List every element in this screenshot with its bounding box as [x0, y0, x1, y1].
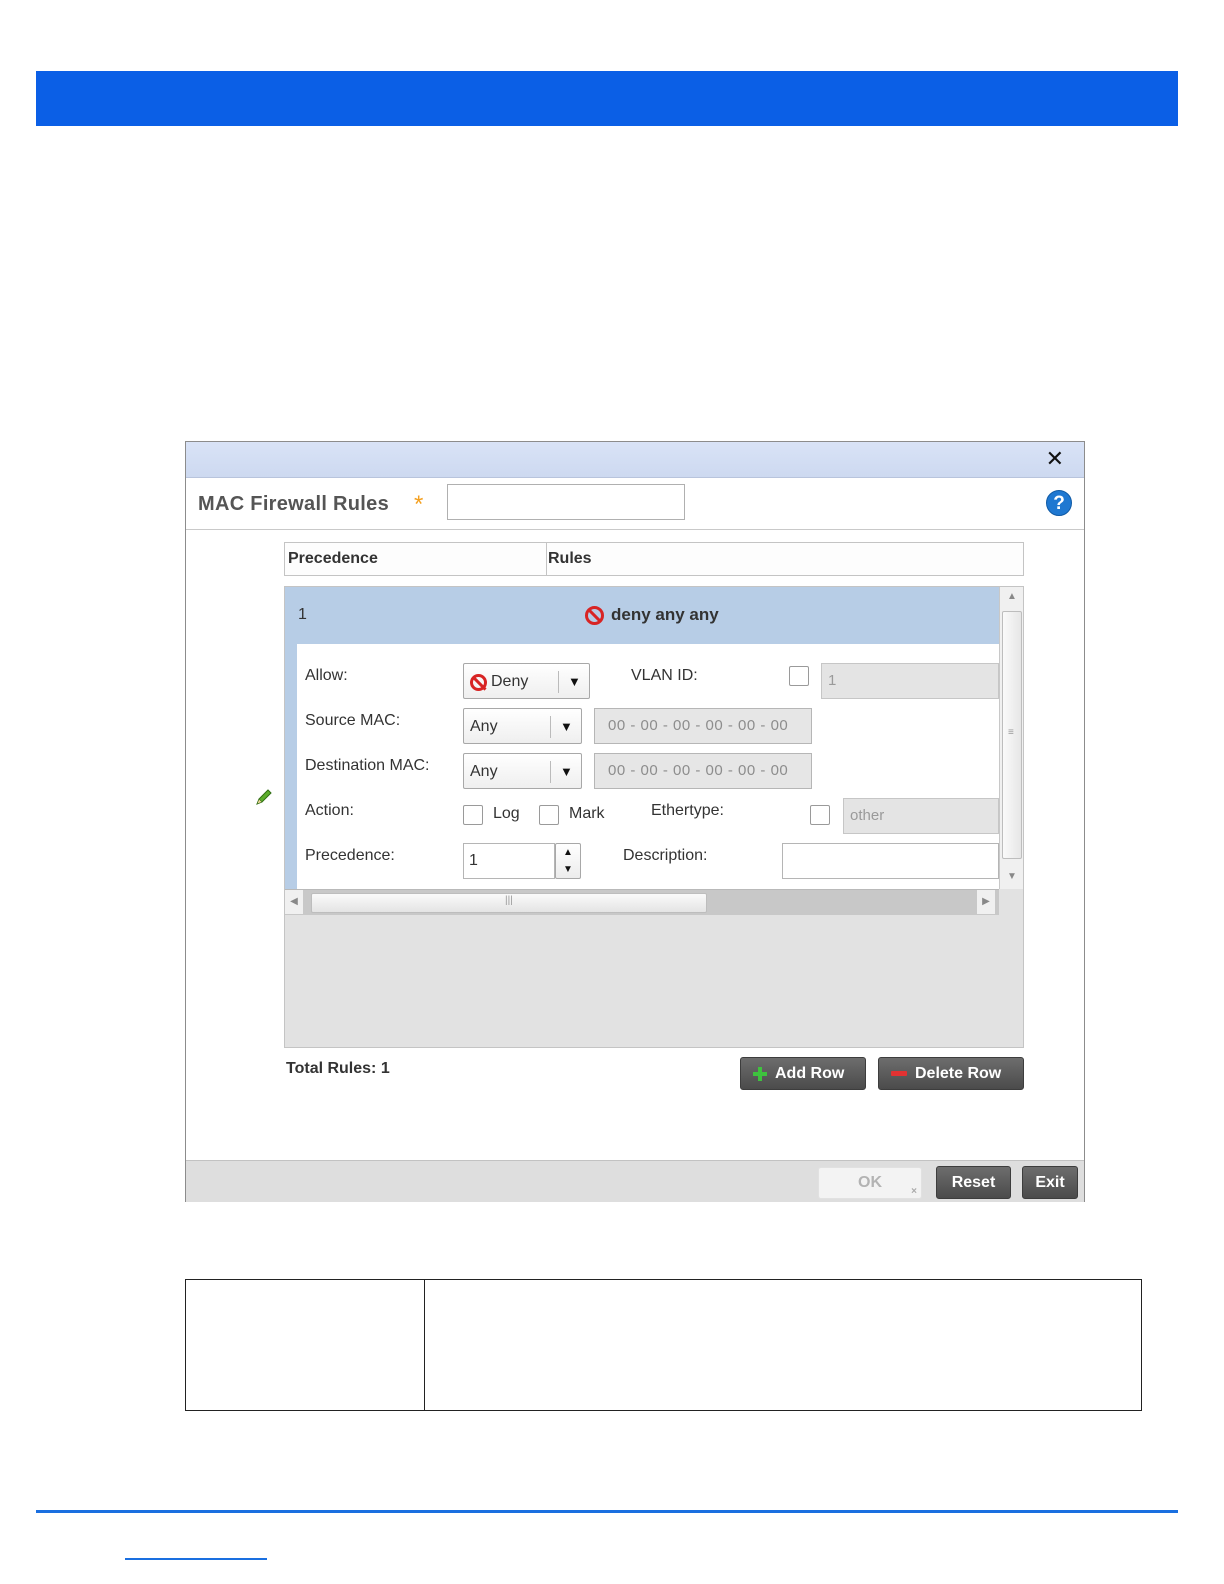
- mark-label: Mark: [569, 805, 605, 822]
- exit-button[interactable]: Exit: [1022, 1166, 1078, 1199]
- rules-grid-header: Precedence Rules: [284, 542, 1024, 576]
- mac-firewall-rules-dialog: ✕ MAC Firewall Rules * ? Precedence Rule…: [185, 441, 1085, 1202]
- column-header-precedence[interactable]: Precedence: [285, 543, 547, 575]
- info-table: [185, 1279, 1142, 1411]
- destination-mac-label: Destination MAC:: [305, 757, 430, 774]
- source-mac-label: Source MAC:: [305, 712, 401, 729]
- scroll-right-icon[interactable]: ▶: [977, 890, 995, 914]
- chevron-down-icon: ▼: [560, 719, 573, 734]
- row-editor: Allow: Deny ▼ VLAN ID: 1 Source MAC: Any: [285, 644, 999, 889]
- ethertype-checkbox[interactable]: [810, 805, 830, 825]
- table-divider: [424, 1280, 425, 1410]
- deny-icon: [585, 605, 604, 625]
- horizontal-scrollbar[interactable]: ◀ ||| ▶: [285, 889, 999, 915]
- footer-link-underline: [125, 1558, 267, 1560]
- dialog-title: MAC Firewall Rules: [198, 493, 389, 515]
- destination-mac-address-field[interactable]: 00 - 00 - 00 - 00 - 00 - 00: [594, 753, 812, 789]
- scroll-left-icon[interactable]: ◀: [285, 890, 303, 914]
- top-banner: [36, 71, 1178, 126]
- page: ✕ MAC Firewall Rules * ? Precedence Rule…: [0, 0, 1224, 1584]
- plus-icon: [753, 1066, 767, 1081]
- delete-row-button[interactable]: Delete Row: [878, 1057, 1024, 1090]
- footer-line: [36, 1510, 1178, 1513]
- row-rule-summary: deny any any: [585, 605, 719, 625]
- precedence-label: Precedence:: [305, 847, 395, 864]
- minus-icon: [891, 1071, 907, 1076]
- chevron-down-icon: ▼: [568, 674, 581, 689]
- ethertype-select[interactable]: other: [843, 798, 999, 834]
- rule-summary-text: deny any any: [611, 605, 719, 624]
- close-icon[interactable]: ✕: [1046, 448, 1064, 470]
- dialog-footer: OK × Reset Exit: [186, 1160, 1084, 1202]
- vlan-id-field[interactable]: 1: [821, 663, 999, 699]
- vlan-id-label: VLAN ID:: [631, 667, 698, 684]
- allow-select-text: Deny: [491, 673, 529, 690]
- precedence-input[interactable]: 1: [463, 843, 555, 879]
- action-label: Action:: [305, 802, 354, 819]
- dialog-header: MAC Firewall Rules * ?: [186, 478, 1084, 530]
- delete-row-label: Delete Row: [915, 1065, 1002, 1082]
- description-label: Description:: [623, 847, 708, 864]
- destination-mac-select[interactable]: Any ▼: [463, 753, 582, 789]
- pencil-icon[interactable]: [254, 787, 274, 807]
- ok-button[interactable]: OK ×: [818, 1167, 922, 1199]
- grip-icon: ≡: [1008, 727, 1014, 738]
- log-label: Log: [493, 805, 520, 822]
- help-icon[interactable]: ?: [1046, 490, 1072, 516]
- select-separator: [558, 671, 559, 693]
- add-row-label: Add Row: [775, 1065, 845, 1082]
- required-star-icon: *: [414, 491, 424, 518]
- select-separator: [550, 716, 551, 738]
- dialog-titlebar: ✕: [186, 442, 1084, 478]
- description-input[interactable]: [782, 843, 999, 879]
- stepper-up-icon[interactable]: ▲: [556, 844, 580, 861]
- log-checkbox[interactable]: [463, 805, 483, 825]
- column-header-rules[interactable]: Rules: [547, 543, 592, 575]
- table-row[interactable]: 1 deny any any: [285, 587, 999, 644]
- allow-label: Allow:: [305, 667, 348, 684]
- row-precedence: 1: [298, 606, 307, 623]
- destination-mac-select-value: Any: [470, 763, 498, 780]
- add-row-button[interactable]: Add Row: [740, 1057, 866, 1090]
- rule-name-input[interactable]: [447, 484, 685, 520]
- select-separator: [550, 761, 551, 783]
- grip-icon: |||: [505, 895, 513, 906]
- allow-select[interactable]: Deny ▼: [463, 663, 590, 699]
- stepper-down-icon[interactable]: ▼: [556, 861, 580, 878]
- chevron-down-icon: ▼: [560, 764, 573, 779]
- vlan-id-checkbox[interactable]: [789, 666, 809, 686]
- mark-checkbox[interactable]: [539, 805, 559, 825]
- deny-icon: [470, 673, 487, 691]
- source-mac-select[interactable]: Any ▼: [463, 708, 582, 744]
- ok-label: OK: [858, 1174, 882, 1191]
- reset-button[interactable]: Reset: [936, 1166, 1011, 1199]
- source-mac-address-field[interactable]: 00 - 00 - 00 - 00 - 00 - 00: [594, 708, 812, 744]
- scroll-up-icon[interactable]: ▲: [1000, 587, 1024, 607]
- precedence-stepper[interactable]: ▲ ▼: [555, 843, 581, 879]
- vertical-scrollbar[interactable]: ▲ ≡ ▼: [999, 587, 1023, 889]
- allow-select-value: Deny: [470, 673, 528, 691]
- rules-grid-body: 1 deny any any Allow: Deny ▼ VLAN ID: 1 …: [284, 586, 1024, 1048]
- scroll-down-icon[interactable]: ▼: [1000, 867, 1024, 887]
- total-rules-count: Total Rules: 1: [286, 1060, 390, 1077]
- ethertype-label: Ethertype:: [651, 802, 724, 819]
- disabled-x-icon: ×: [911, 1186, 917, 1197]
- source-mac-select-value: Any: [470, 718, 498, 735]
